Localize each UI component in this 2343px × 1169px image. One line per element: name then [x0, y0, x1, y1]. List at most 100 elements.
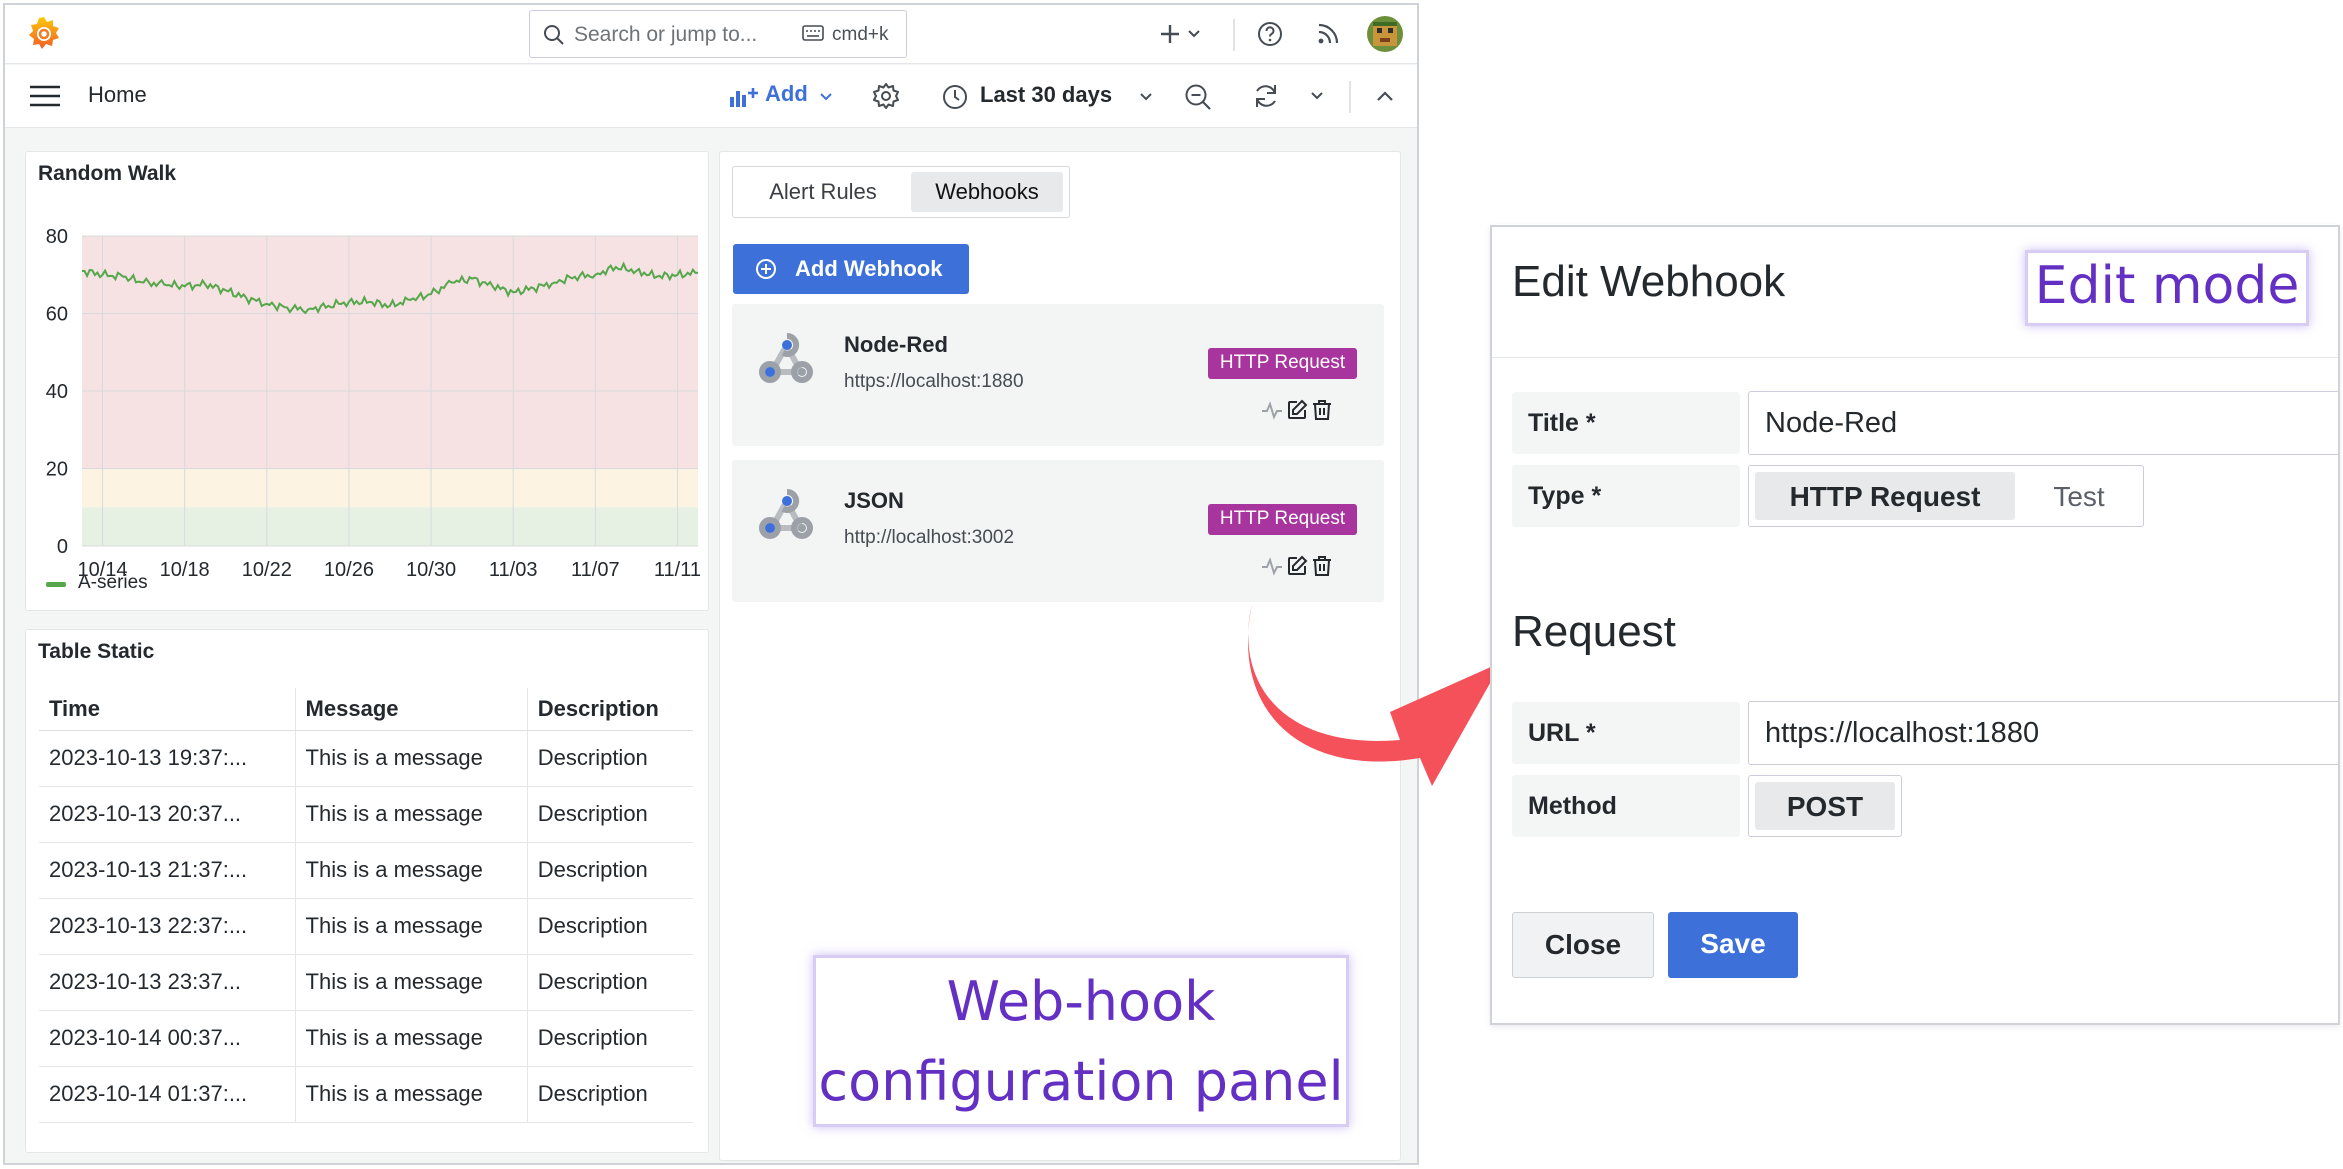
url-input[interactable]: https://localhost:1880 [1748, 701, 2338, 765]
y-tick-label: 0 [57, 536, 68, 558]
column-header[interactable]: Message [294, 688, 528, 731]
keyboard-icon [802, 25, 824, 41]
user-avatar[interactable] [1367, 16, 1403, 52]
zoom-out-icon[interactable] [1183, 82, 1213, 112]
table-row: 2023-10-14 00:37... This is a message Desc… [39, 1010, 693, 1067]
chevron-down-icon [1140, 93, 1152, 101]
table-row: 2023-10-13 23:37... This is a message Desc… [39, 954, 693, 1011]
delete-trash-icon[interactable] [1310, 554, 1334, 578]
table-cell: This is a message [294, 1066, 528, 1123]
help-icon[interactable] [1255, 19, 1285, 49]
table-cell: Description [526, 786, 693, 843]
tab-webhooks[interactable]: Webhooks [911, 172, 1063, 212]
table-cell: This is a message [294, 898, 528, 955]
random-walk-panel: Random Walk 0 20 40 60 80 10/14 10/18 10/22 10/… [25, 151, 709, 611]
webhook-logo-icon [759, 488, 813, 539]
edit-webhook-dialog: Edit Webhook Title * Node-Red Type * HTT… [1490, 225, 2340, 1025]
webhook-type-badge: HTTP Request [1208, 504, 1357, 535]
refresh-icon[interactable] [1251, 81, 1281, 111]
topbar-divider [1233, 19, 1235, 51]
close-button[interactable]: Close [1512, 912, 1654, 978]
refresh-interval-chevron-icon[interactable] [1309, 89, 1325, 103]
table-cell: 2023-10-13 23:37... [39, 954, 296, 1011]
save-button[interactable]: Save [1668, 912, 1798, 978]
callout-line: configuration panel [818, 1050, 1344, 1113]
test-pulse-icon[interactable] [1260, 398, 1284, 422]
request-section-heading: Request [1512, 607, 1676, 656]
table-row: 2023-10-13 21:37:... This is a message Des… [39, 842, 693, 899]
y-tick-label: 80 [46, 226, 68, 248]
table-row: 2023-10-13 22:37:... This is a message Des… [39, 898, 693, 955]
table-cell: 2023-10-13 22:37:... [39, 898, 296, 955]
callout-edit-mode: Edit mode [2025, 250, 2309, 326]
x-tick-label: 10/22 [242, 559, 292, 581]
column-header[interactable]: Description [526, 688, 693, 731]
edit-icon[interactable] [1285, 398, 1309, 422]
new-plus-icon[interactable] [1159, 19, 1207, 49]
type-radio-group: HTTP Request Test [1748, 465, 2144, 527]
add-webhook-label: Add Webhook [795, 256, 943, 281]
type-option-test[interactable]: Test [2019, 472, 2139, 520]
type-option-http-request[interactable]: HTTP Request [1755, 472, 2015, 520]
tab-alert-rules[interactable]: Alert Rules [739, 172, 907, 212]
add-panel-button[interactable]: Add [727, 79, 837, 115]
webhook-card[interactable]: JSON http://localhost:3002 HTTP Request [732, 460, 1384, 602]
title-field-label: Title * [1512, 392, 1740, 454]
webhook-name: JSON [844, 488, 904, 513]
table-cell: Description [526, 730, 693, 787]
y-tick-label: 40 [46, 381, 68, 403]
method-radio-group: POST [1748, 775, 1902, 837]
table-cell: 2023-10-14 00:37... [39, 1010, 296, 1067]
table-cell: This is a message [294, 786, 528, 843]
clock-icon [943, 85, 967, 109]
table-cell: Description [526, 898, 693, 955]
add-visualization-icon [730, 88, 758, 107]
table-cell: Description [526, 842, 693, 899]
table-static-panel: Table Static Time Message Description 2023… [25, 629, 709, 1153]
table-cell: 2023-10-13 21:37:... [39, 842, 296, 899]
y-tick-label: 60 [46, 304, 68, 326]
add-label: Add [765, 81, 808, 106]
search-shortcut: cmd+k [832, 24, 889, 45]
breadcrumb-home[interactable]: Home [88, 82, 147, 108]
webhook-card[interactable]: Node-Red https://localhost:1880 HTTP Req… [732, 304, 1384, 446]
search-placeholder: Search or jump to... [574, 23, 758, 46]
webhook-url: http://localhost:3002 [844, 527, 1015, 548]
url-field-label: URL * [1512, 702, 1740, 764]
grafana-logo-icon[interactable] [25, 14, 63, 52]
navbar-divider [1349, 81, 1351, 113]
table-cell: 2023-10-13 19:37:... [39, 730, 296, 787]
column-header[interactable]: Time [39, 688, 296, 731]
title-input[interactable]: Node-Red [1748, 391, 2338, 455]
legend-label: A-series [78, 572, 148, 593]
x-tick-label: 11/11 [654, 559, 701, 581]
threshold-band [82, 507, 698, 546]
tab-bar: Alert Rules Webhooks [732, 166, 1070, 218]
collapse-chevron-up-icon[interactable] [1375, 87, 1395, 105]
table-row: 2023-10-13 19:37:... This is a message Des… [39, 730, 693, 787]
webhook-type-badge: HTTP Request [1208, 348, 1357, 379]
panel-title: Table Static [38, 640, 155, 663]
method-option-post[interactable]: POST [1755, 782, 1895, 830]
callout-line: Web-hook [946, 970, 1216, 1033]
table-cell: 2023-10-13 20:37... [39, 786, 296, 843]
hamburger-menu-icon[interactable] [29, 85, 61, 107]
dashboard-settings-gear-icon[interactable] [871, 81, 901, 111]
plus-circle-icon [756, 259, 776, 279]
top-bar: Search or jump to... cmd+k [5, 5, 1417, 64]
chevron-down-icon [820, 93, 832, 101]
method-field-label: Method [1512, 775, 1740, 837]
time-range-picker[interactable]: Last 30 days [939, 79, 1159, 115]
dialog-title: Edit Webhook [1512, 257, 1786, 306]
add-webhook-button[interactable]: Add Webhook [733, 244, 969, 294]
news-rss-icon[interactable] [1313, 19, 1343, 49]
edit-icon[interactable] [1285, 554, 1309, 578]
table-cell: Description [526, 954, 693, 1011]
curved-arrow-icon [1248, 604, 1500, 786]
table-cell: Description [526, 1010, 693, 1067]
test-pulse-icon[interactable] [1260, 554, 1284, 578]
type-field-label: Type * [1512, 465, 1740, 527]
delete-trash-icon[interactable] [1310, 398, 1334, 422]
search-input[interactable]: Search or jump to... cmd+k [529, 10, 907, 58]
x-tick-label: 11/03 [489, 559, 538, 581]
